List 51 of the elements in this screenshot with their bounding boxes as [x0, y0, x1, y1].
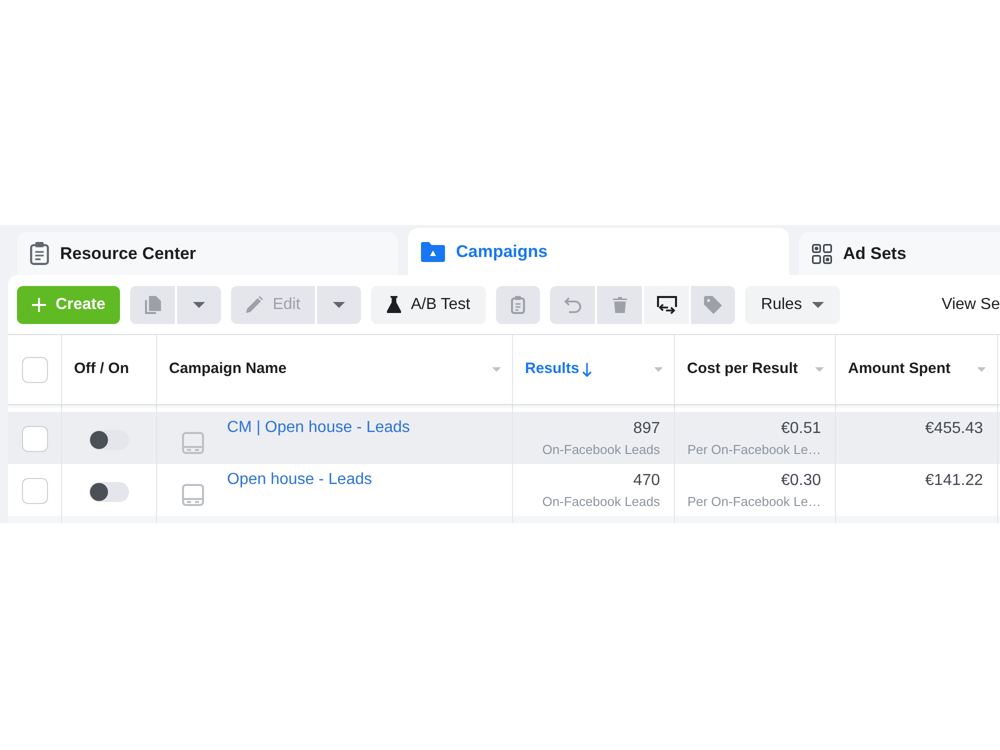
tab[interactable]: Ad Sets [799, 232, 1000, 275]
tab[interactable]: Campaigns [408, 228, 789, 275]
column-header[interactable]: Cost per Result [687, 358, 798, 381]
caret-icon [654, 367, 663, 372]
swap-button[interactable] [644, 286, 689, 324]
cost-value: €0.30 [780, 471, 821, 491]
rules-button[interactable]: Rules [745, 286, 840, 324]
caret-icon [193, 302, 205, 308]
caret-icon [977, 367, 986, 372]
toggle-switch[interactable] [89, 482, 129, 502]
tab[interactable]: Resource Center [17, 232, 398, 275]
column-header[interactable]: Off / On [74, 358, 129, 381]
cost-value: €0.51 [780, 419, 821, 439]
grid-icon [812, 244, 832, 264]
screen-icon [182, 484, 204, 506]
caret-icon [492, 367, 501, 372]
column-header[interactable]: Campaign Name [169, 358, 287, 381]
undo-icon [564, 296, 582, 312]
campaign-name-link[interactable]: CM | Open house - Leads [227, 412, 410, 438]
screen-icon [182, 432, 204, 454]
cost-type: Per On-Facebook Le… [687, 441, 821, 458]
result-type: On-Facebook Leads [542, 493, 660, 510]
flask-icon [386, 296, 401, 313]
caret-icon [815, 367, 824, 372]
amount-spent-value: €455.43 [925, 419, 983, 439]
result-value: 897 [633, 419, 660, 439]
screen-arrows-icon [656, 296, 676, 314]
checkbox[interactable] [22, 356, 48, 382]
ab-test-button[interactable]: A/B Test [371, 286, 486, 324]
amount-spent-value: €141.22 [925, 471, 983, 491]
copy-icon [144, 296, 160, 314]
checkbox[interactable] [22, 426, 48, 452]
toggle-switch[interactable] [89, 430, 129, 450]
pencil-icon [246, 296, 263, 313]
folder-icon [421, 242, 445, 262]
column-header[interactable]: Amount Spent [848, 358, 950, 381]
caret-icon [333, 302, 345, 308]
checkbox[interactable] [22, 478, 48, 504]
column-header[interactable]: Results [525, 358, 580, 381]
tag-icon [704, 296, 722, 314]
view-link[interactable]: View Se [942, 292, 1000, 316]
clipboard-icon [511, 296, 525, 314]
result-type: On-Facebook Leads [542, 441, 660, 458]
caret-icon [812, 302, 824, 308]
clipboard-icon [30, 242, 49, 265]
cost-type: Per On-Facebook Le… [687, 493, 821, 510]
trash-icon [612, 296, 626, 312]
campaign-name-link[interactable]: Open house - Leads [227, 464, 372, 490]
plus-icon [32, 298, 46, 312]
result-value: 470 [633, 471, 660, 491]
down-arrow-icon [582, 362, 592, 376]
